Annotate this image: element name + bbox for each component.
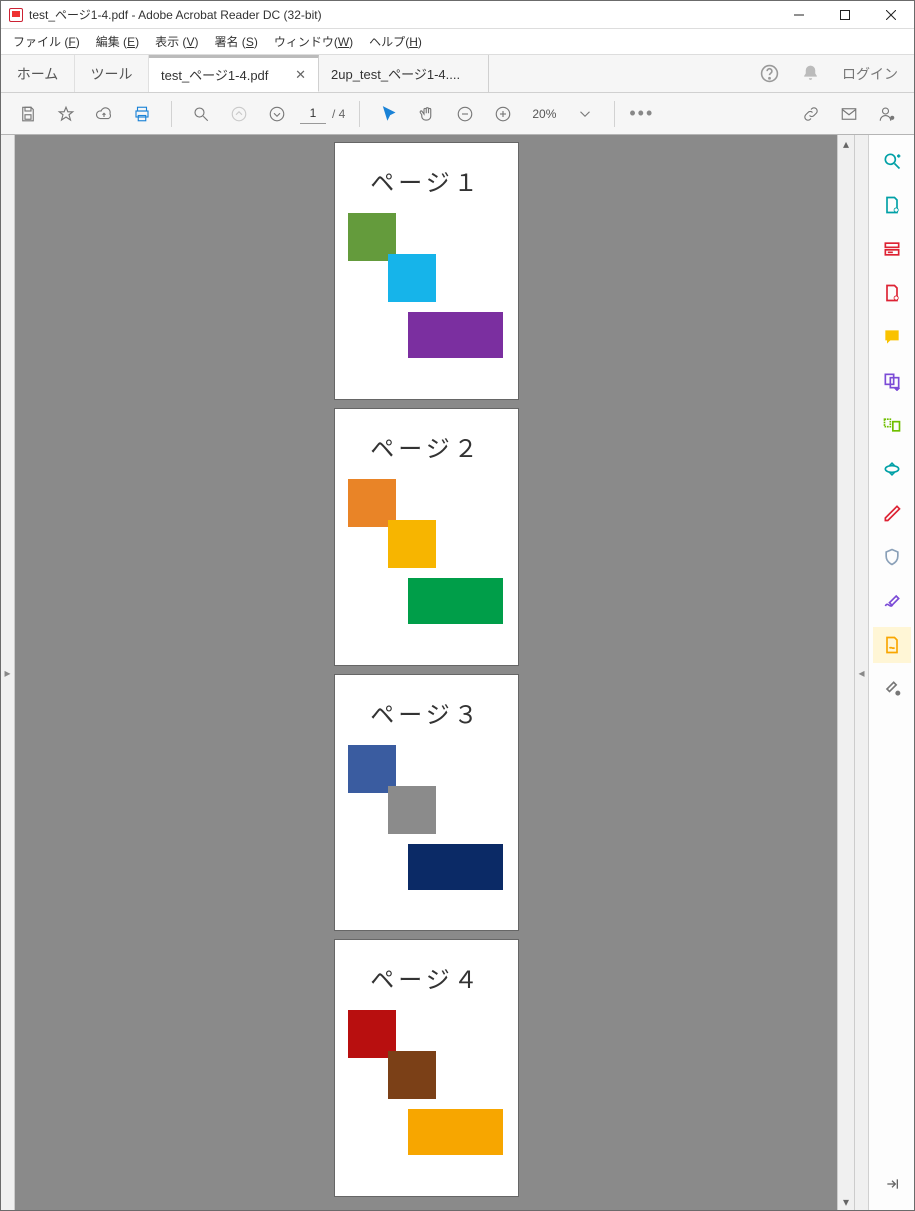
tabbar: ホーム ツール test_ページ1-4.pdf ✕ 2up_test_ページ1-… <box>1 55 914 93</box>
document-tab-label: 2up_test_ページ1-4.... <box>331 64 460 83</box>
page-1[interactable]: ページ１ <box>335 143 518 399</box>
share-people-button[interactable] <box>872 99 902 129</box>
maximize-button[interactable] <box>822 1 868 29</box>
document-tab-label: test_ページ1-4.pdf <box>161 65 268 84</box>
zoom-level[interactable]: 20% <box>526 107 562 121</box>
shape-square <box>388 1051 436 1099</box>
save-button[interactable] <box>13 99 43 129</box>
page-title: ページ３ <box>370 695 482 730</box>
titlebar: test_ページ1-4.pdf - Adobe Acrobat Reader D… <box>1 1 914 29</box>
menu-view[interactable]: 表示 (V) <box>147 29 206 54</box>
protect-tool[interactable] <box>873 539 911 575</box>
organize-pages-tool[interactable] <box>873 407 911 443</box>
document-tab-1[interactable]: 2up_test_ページ1-4.... <box>319 55 489 92</box>
menu-edit[interactable]: 編集 (E) <box>88 29 147 54</box>
select-tool[interactable] <box>374 99 404 129</box>
close-button[interactable] <box>868 1 914 29</box>
left-panel-handle[interactable]: ▸ <box>1 135 15 1210</box>
shape-square <box>388 786 436 834</box>
email-button[interactable] <box>834 99 864 129</box>
hand-tool[interactable] <box>412 99 442 129</box>
shape-square <box>388 254 436 302</box>
combine-files-tool[interactable] <box>873 363 911 399</box>
right-tools-panel <box>868 135 914 1210</box>
minimize-button[interactable] <box>776 1 822 29</box>
request-signatures-tool[interactable] <box>873 627 911 663</box>
menu-sign[interactable]: 署名 (S) <box>206 29 265 54</box>
edit-pdf-tool[interactable] <box>873 231 911 267</box>
tab-tools[interactable]: ツール <box>75 55 149 92</box>
vertical-scrollbar[interactable]: ▴ ▾ <box>837 135 854 1210</box>
star-button[interactable] <box>51 99 81 129</box>
menu-file[interactable]: ファイル (F) <box>5 29 88 54</box>
document-area: ページ１ ページ２ ページ３ <box>15 135 868 1210</box>
create-pdf-tool[interactable] <box>873 275 911 311</box>
page-3[interactable]: ページ３ <box>335 675 518 931</box>
right-panel-handle[interactable]: ◂ <box>854 135 868 1210</box>
menu-help[interactable]: ヘルプ(H) <box>361 29 430 54</box>
page-down-button[interactable] <box>262 99 292 129</box>
page-title: ページ１ <box>370 163 482 198</box>
page-4[interactable]: ページ４ <box>335 940 518 1196</box>
app-icon <box>9 8 23 22</box>
window-title: test_ページ1-4.pdf - Adobe Acrobat Reader D… <box>29 6 322 23</box>
more-tools-button[interactable] <box>873 671 911 707</box>
redact-tool[interactable] <box>873 495 911 531</box>
shape-rect <box>408 844 503 890</box>
scroll-up-icon[interactable]: ▴ <box>838 135 854 152</box>
share-link-button[interactable] <box>796 99 826 129</box>
scroll-down-icon[interactable]: ▾ <box>838 1193 854 1210</box>
tab-home[interactable]: ホーム <box>1 55 75 92</box>
shape-rect <box>408 1109 503 1155</box>
zoom-in-button[interactable] <box>488 99 518 129</box>
login-button[interactable]: ログイン <box>842 64 898 84</box>
fill-sign-tool[interactable] <box>873 583 911 619</box>
menu-window[interactable]: ウィンドウ(W) <box>266 29 361 54</box>
page-total: / 4 <box>332 107 345 121</box>
menubar: ファイル (F) 編集 (E) 表示 (V) 署名 (S) ウィンドウ(W) ヘ… <box>1 29 914 55</box>
zoom-dropdown[interactable] <box>570 99 600 129</box>
find-button[interactable] <box>186 99 216 129</box>
bell-icon[interactable] <box>801 64 820 83</box>
more-tools[interactable]: ••• <box>629 103 654 124</box>
page-2[interactable]: ページ２ <box>335 409 518 665</box>
pages-container[interactable]: ページ１ ページ２ ページ３ <box>15 135 837 1210</box>
shape-rect <box>408 578 503 624</box>
close-tab-icon[interactable]: ✕ <box>285 67 306 83</box>
print-button[interactable] <box>127 99 157 129</box>
help-icon[interactable] <box>760 64 779 83</box>
comment-tool[interactable] <box>873 319 911 355</box>
export-pdf-tool[interactable] <box>873 187 911 223</box>
shape-square <box>388 520 436 568</box>
expand-panel-button[interactable] <box>873 1166 911 1202</box>
zoom-out-button[interactable] <box>450 99 480 129</box>
document-tab-0[interactable]: test_ページ1-4.pdf ✕ <box>149 55 319 92</box>
page-number-input[interactable] <box>300 104 326 124</box>
page-title: ページ４ <box>370 960 482 995</box>
page-indicator: / 4 <box>300 104 345 124</box>
toolbar: / 4 20% ••• <box>1 93 914 135</box>
page-up-button[interactable] <box>224 99 254 129</box>
cloud-upload-button[interactable] <box>89 99 119 129</box>
search-tool[interactable] <box>873 143 911 179</box>
page-title: ページ２ <box>370 429 482 464</box>
compress-pdf-tool[interactable] <box>873 451 911 487</box>
shape-rect <box>408 312 503 358</box>
